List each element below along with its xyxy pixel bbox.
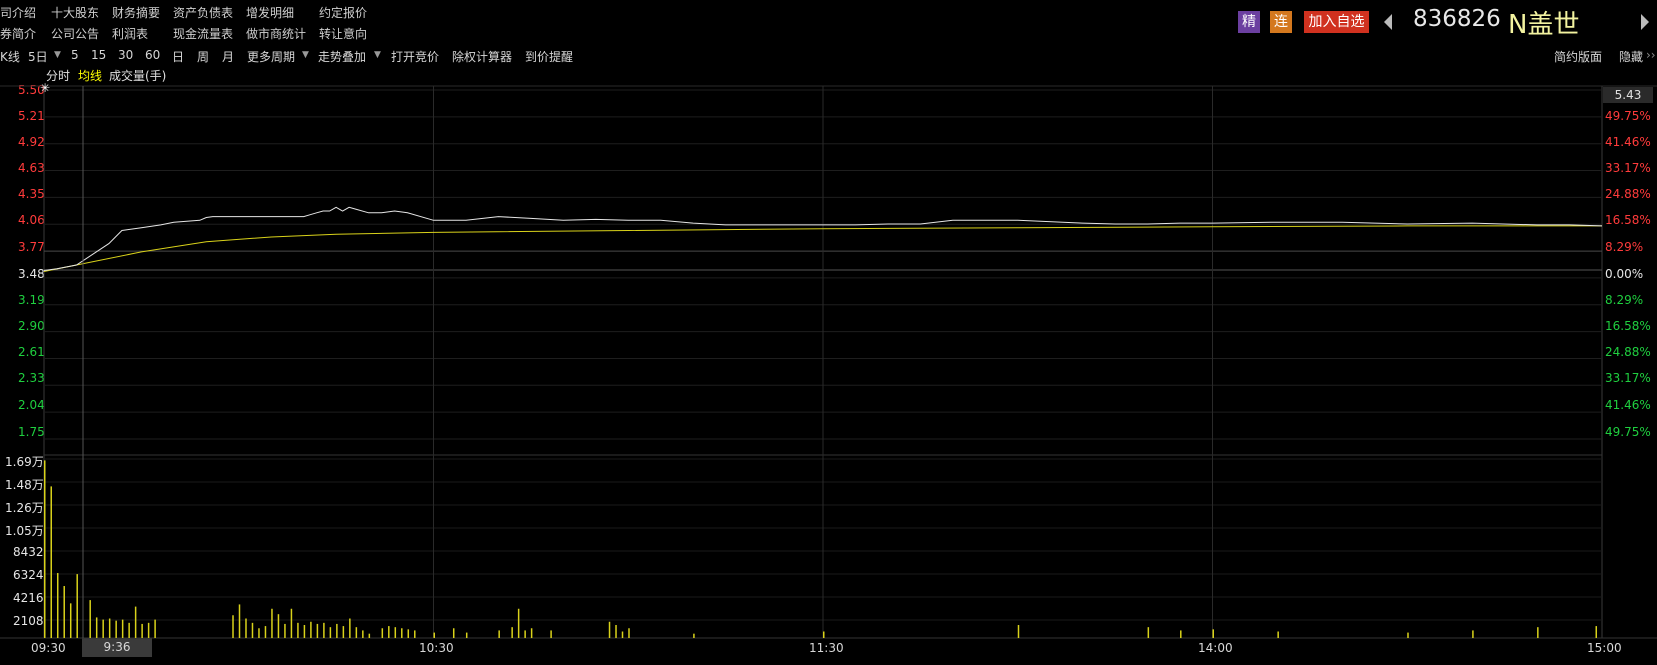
volume-bar <box>56 573 59 638</box>
volume-bar <box>128 622 130 638</box>
volume-bar <box>336 623 338 638</box>
volume-bar <box>121 619 124 638</box>
volume-bar <box>621 631 624 638</box>
volume-bar <box>498 630 500 638</box>
volume-bar <box>452 628 455 638</box>
volume-bar <box>401 628 403 638</box>
volume-bar <box>134 606 137 638</box>
volume-bar <box>628 628 630 638</box>
volume-bar <box>524 630 526 638</box>
volume-bar <box>1407 632 1409 638</box>
volume-bar <box>271 608 273 638</box>
volume-bar <box>245 618 247 638</box>
volume-bar <box>342 626 345 638</box>
volume-bar <box>362 630 364 638</box>
volume-bar <box>115 620 117 638</box>
volume-bar <box>141 623 143 638</box>
volume-bar <box>615 625 617 638</box>
volume-bar <box>95 617 98 638</box>
volume-bar <box>517 608 520 638</box>
volume-bars <box>44 460 1598 638</box>
volume-bar <box>284 623 286 638</box>
volume-bar <box>251 622 254 638</box>
volume-bar <box>550 630 552 638</box>
volume-bar <box>69 603 72 638</box>
volume-bar <box>349 618 351 638</box>
volume-bar <box>108 618 111 638</box>
volume-bar <box>1277 631 1279 638</box>
volume-bar <box>264 626 267 638</box>
volume-bar <box>1180 630 1182 638</box>
chart-grid <box>0 85 1657 639</box>
volume-bar <box>1147 627 1150 638</box>
volume-bar <box>608 621 611 638</box>
volume-bar <box>1472 630 1474 638</box>
volume-bar <box>258 628 260 638</box>
volume-bar <box>1537 627 1539 638</box>
volume-bar <box>465 632 468 638</box>
intraday-chart[interactable]: ✳ <box>0 0 1657 665</box>
volume-bar <box>303 625 306 638</box>
volume-bar <box>310 621 312 638</box>
volume-bar <box>433 632 435 638</box>
volume-bar <box>297 622 299 638</box>
volume-bar <box>63 586 65 638</box>
volume-bar <box>407 629 410 638</box>
volume-bar <box>102 619 104 638</box>
volume-bar <box>414 630 416 638</box>
volume-bar <box>511 627 513 638</box>
volume-bar <box>368 633 371 638</box>
volume-bar <box>1017 625 1020 638</box>
volume-bar <box>238 604 241 638</box>
volume-bar <box>277 614 280 638</box>
volume-bar <box>394 627 397 638</box>
volume-bar <box>388 626 390 638</box>
volume-bar <box>316 623 319 638</box>
volume-bar <box>693 633 695 638</box>
volume-bar <box>147 622 150 638</box>
volume-bar <box>381 628 384 638</box>
volume-bar <box>355 627 358 638</box>
volume-bar <box>823 631 825 638</box>
volume-bar <box>329 627 332 638</box>
volume-bar <box>530 628 533 638</box>
volume-bar <box>44 460 46 638</box>
volume-bar <box>50 486 52 638</box>
volume-bar <box>1212 629 1214 638</box>
volume-bar <box>290 608 293 638</box>
volume-bar <box>154 619 156 638</box>
volume-bar <box>232 615 234 638</box>
volume-bar <box>89 600 91 638</box>
volume-bar <box>323 622 325 638</box>
crosshair-marker-icon: ✳ <box>40 81 50 95</box>
volume-bar <box>76 574 78 638</box>
volume-bar <box>1595 626 1598 638</box>
